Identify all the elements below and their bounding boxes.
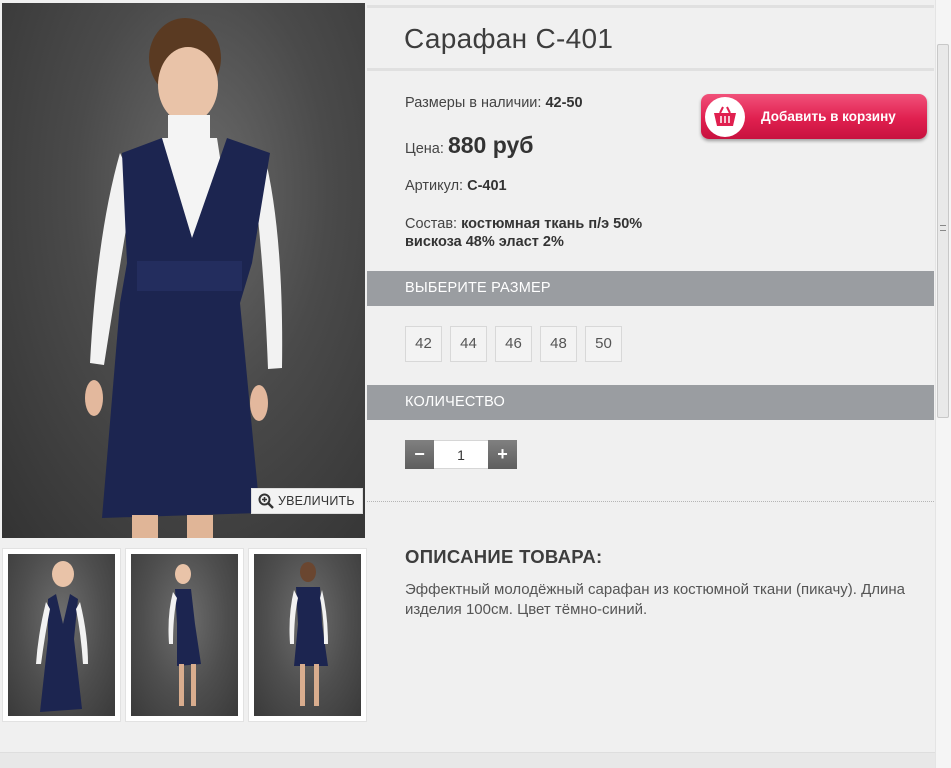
- basket-icon: [705, 96, 745, 137]
- thumbnail-front-image: [36, 561, 88, 712]
- thumbnail-front[interactable]: [2, 548, 121, 722]
- size-option[interactable]: 48: [540, 326, 577, 362]
- size-section-title: ВЫБЕРИТЕ РАЗМЕР: [405, 280, 551, 296]
- article-value: С-401: [467, 178, 507, 194]
- add-to-cart-label: Добавить в корзину: [761, 109, 896, 124]
- scrollbar-thumb[interactable]: [937, 44, 949, 418]
- size-option[interactable]: 50: [585, 326, 622, 362]
- scrollbar-grip-icon: [940, 225, 946, 231]
- quantity-input[interactable]: [434, 440, 488, 469]
- thumbnail-back-image: [289, 562, 328, 706]
- product-title: Сарафан С-401: [404, 23, 614, 54]
- description-title: ОПИСАНИЕ ТОВАРА:: [405, 546, 603, 567]
- composition-line-1: костюмная ткань п/э 50%: [461, 216, 643, 232]
- size-option[interactable]: 46: [495, 326, 532, 362]
- title-bar: Сарафан С-401: [367, 5, 934, 71]
- model-illustration: [85, 18, 283, 538]
- composition-label: Состав:: [405, 216, 458, 232]
- zoom-button[interactable]: УВЕЛИЧИТЬ: [251, 488, 363, 514]
- divider: [367, 501, 934, 502]
- zoom-in-icon: [258, 493, 274, 509]
- horizontal-scrollbar[interactable]: [0, 752, 935, 768]
- thumbnail-side-image: [168, 564, 201, 706]
- thumbnail-strip: [2, 548, 367, 722]
- add-to-cart-button[interactable]: Добавить в корзину: [701, 94, 927, 139]
- size-section-header: ВЫБЕРИТЕ РАЗМЕР: [367, 271, 934, 306]
- composition-line-2: вискоза 48% эласт 2%: [405, 234, 564, 250]
- quantity-increase-button[interactable]: +: [488, 440, 517, 469]
- article-label: Артикул:: [405, 178, 464, 194]
- price: Цена: 880 руб: [405, 132, 533, 159]
- price-label: Цена:: [405, 141, 444, 157]
- thumbnail-side[interactable]: [125, 548, 244, 722]
- sizes-value: 42-50: [545, 95, 583, 111]
- description-text: Эффектный молодёжный сарафан из костюмно…: [405, 581, 906, 618]
- size-option[interactable]: 44: [450, 326, 487, 362]
- price-value: 880 руб: [447, 132, 534, 158]
- sizes-label: Размеры в наличии:: [405, 95, 542, 111]
- quantity-section-title: КОЛИЧЕСТВО: [405, 394, 505, 410]
- size-option[interactable]: 42: [405, 326, 442, 362]
- thumbnail-back[interactable]: [248, 548, 367, 722]
- sizes-available: Размеры в наличии: 42-50: [405, 95, 583, 111]
- quantity-decrease-button[interactable]: −: [405, 440, 434, 469]
- quantity-section-header: КОЛИЧЕСТВО: [367, 385, 934, 420]
- composition: Состав: костюмная ткань п/э 50% вискоза …: [405, 215, 642, 251]
- article: Артикул: С-401: [405, 178, 507, 194]
- quantity-stepper: − +: [405, 440, 517, 469]
- main-product-photo[interactable]: УВЕЛИЧИТЬ: [2, 3, 365, 538]
- zoom-label: УВЕЛИЧИТЬ: [278, 494, 355, 508]
